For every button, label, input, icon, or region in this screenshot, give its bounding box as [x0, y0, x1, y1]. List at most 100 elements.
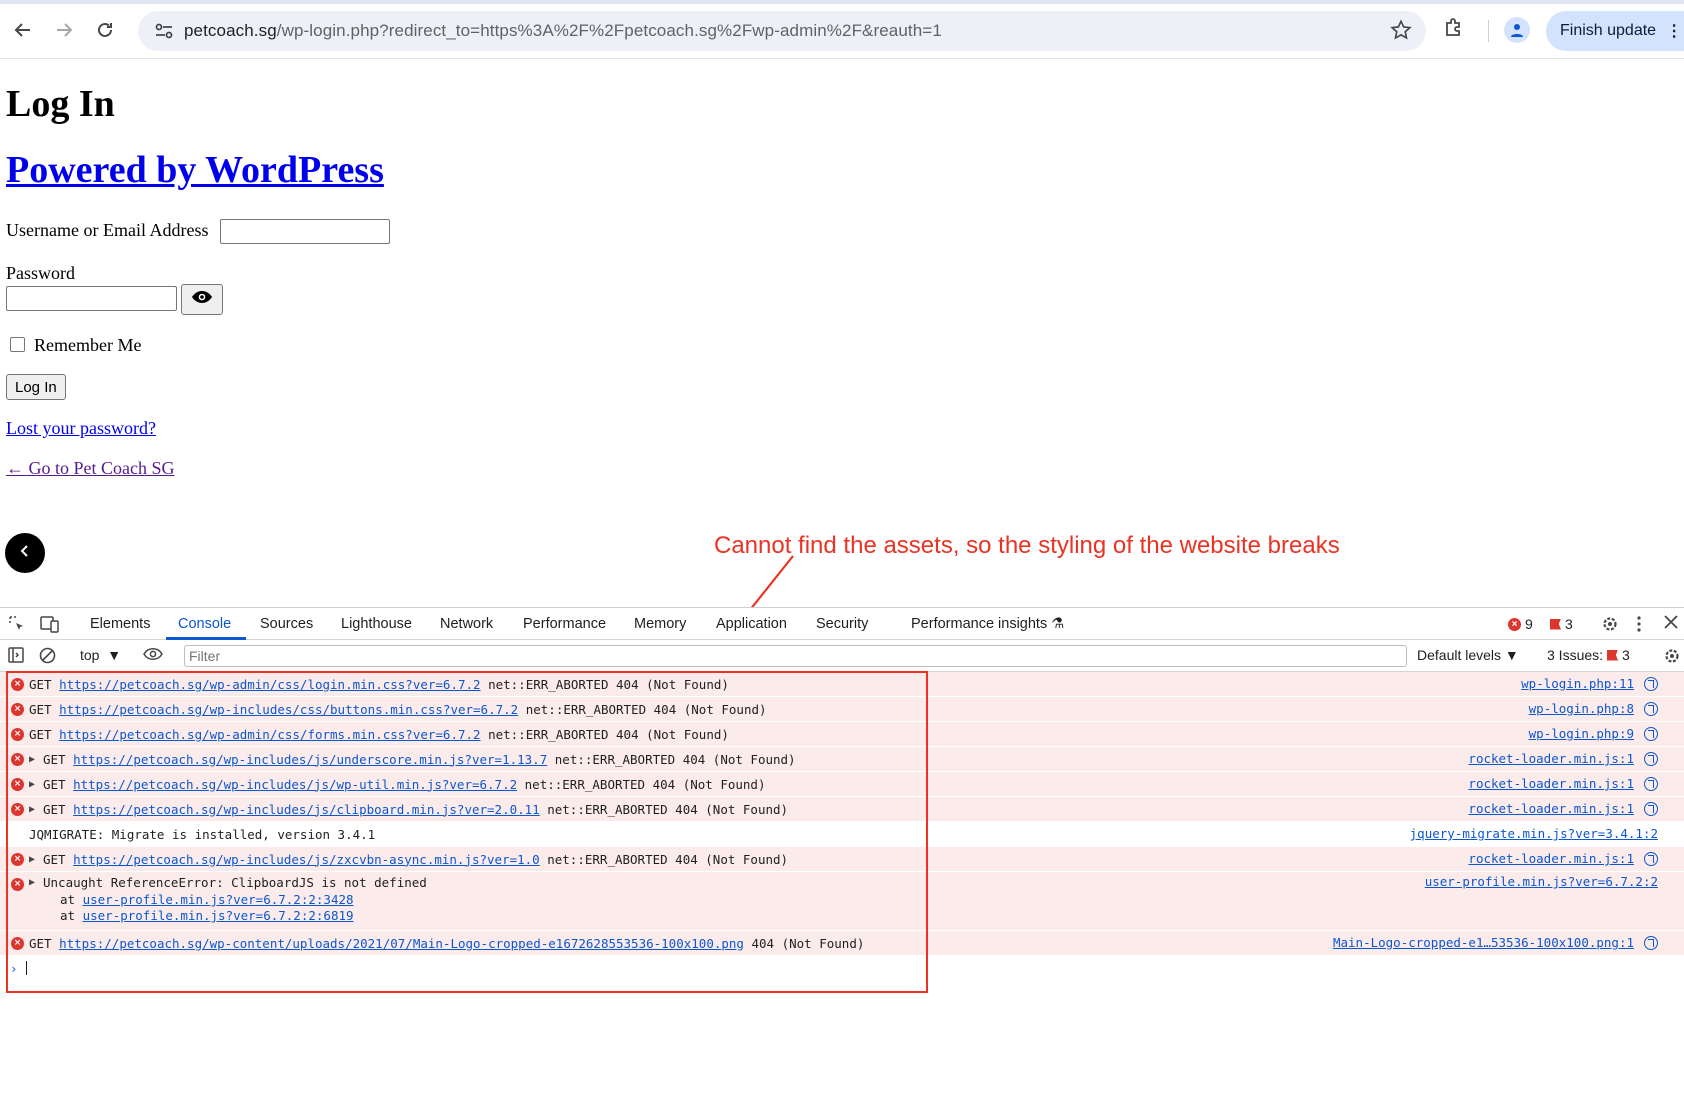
tab-console[interactable]: Console: [178, 616, 231, 632]
network-request-icon[interactable]: [1644, 801, 1658, 816]
kebab-menu-icon[interactable]: ⋮: [1666, 21, 1682, 41]
tab-performance-insights[interactable]: Performance insights ⚗: [911, 616, 1064, 632]
error-icon: ×: [11, 728, 24, 741]
console-exception-row: × ▶ Uncaught ReferenceError: ClipboardJS …: [0, 872, 1684, 931]
password-input[interactable]: [6, 286, 177, 311]
username-input[interactable]: [220, 219, 390, 244]
source-link[interactable]: rocket-loader.min.js:1: [1468, 851, 1634, 866]
lost-password-link[interactable]: Lost your password?: [6, 418, 156, 439]
browser-toolbar: petcoach.sg/wp-login.php?redirect_to=htt…: [0, 0, 1684, 59]
flask-icon: ⚗: [1051, 616, 1065, 632]
reload-icon[interactable]: [90, 15, 120, 45]
network-request-icon[interactable]: [1644, 701, 1658, 716]
source-link[interactable]: Main-Logo-cropped-e1…53536-100x100.png:1: [1333, 935, 1634, 950]
issue-counter[interactable]: 3: [1550, 616, 1573, 632]
source-link[interactable]: wp-login.php:11: [1521, 676, 1634, 691]
page-title: Log In: [6, 83, 115, 125]
tab-strip-edge: [0, 0, 1684, 4]
close-icon[interactable]: [1664, 615, 1678, 633]
kebab-menu-icon[interactable]: [1636, 615, 1642, 637]
console-filter-input[interactable]: Filter: [184, 645, 1407, 667]
extensions-icon[interactable]: [1442, 16, 1466, 44]
source-link[interactable]: user-profile.min.js?ver=6.7.2:2: [1425, 874, 1658, 889]
error-icon: ×: [11, 803, 24, 816]
request-url-link[interactable]: https://petcoach.sg/wp-content/uploads/2…: [59, 936, 744, 951]
remember-me-label: Remember Me: [34, 335, 142, 355]
network-request-icon[interactable]: [1644, 851, 1658, 866]
expand-triangle-icon[interactable]: ▶: [29, 779, 43, 790]
tab-elements[interactable]: Elements: [90, 616, 150, 632]
tab-performance[interactable]: Performance: [523, 616, 606, 632]
expand-triangle-icon[interactable]: ▶: [29, 854, 43, 865]
console-error-row: × GET https://petcoach.sg/wp-admin/css/l…: [0, 672, 1684, 697]
request-url-link[interactable]: https://petcoach.sg/wp-includes/js/zxcvb…: [73, 852, 540, 867]
stack-frame: at user-profile.min.js?ver=6.7.2:2:6819: [60, 908, 354, 923]
tab-memory[interactable]: Memory: [634, 616, 686, 632]
toolbar-separator: [1488, 20, 1489, 42]
network-request-icon[interactable]: [1644, 751, 1658, 766]
devtools-tab-bar: Elements Console Sources Lighthouse Netw…: [0, 608, 1684, 640]
network-request-icon[interactable]: [1644, 776, 1658, 791]
source-link[interactable]: wp-login.php:9: [1529, 726, 1634, 741]
request-url-link[interactable]: https://petcoach.sg/wp-includes/js/wp-ut…: [73, 777, 517, 792]
show-password-button[interactable]: [181, 284, 223, 315]
console-error-row: × GET https://petcoach.sg/wp-includes/cs…: [0, 697, 1684, 722]
site-settings-icon[interactable]: [144, 23, 184, 39]
request-url-link[interactable]: https://petcoach.sg/wp-includes/js/under…: [73, 752, 547, 767]
console-prompt-input[interactable]: ›: [0, 956, 1684, 980]
source-link[interactable]: rocket-loader.min.js:1: [1468, 801, 1634, 816]
finish-update-button[interactable]: Finish update ⋮: [1546, 11, 1684, 51]
inspect-element-icon[interactable]: [8, 615, 26, 637]
error-icon: ×: [11, 703, 24, 716]
console-error-row: × ▶ GET https://petcoach.sg/wp-includes/j…: [0, 847, 1684, 872]
device-toolbar-icon[interactable]: [40, 615, 60, 637]
gear-icon[interactable]: [1601, 615, 1619, 637]
source-link[interactable]: rocket-loader.min.js:1: [1468, 751, 1634, 766]
request-url-link[interactable]: https://petcoach.sg/wp-admin/css/login.m…: [59, 677, 480, 692]
sidebar-toggle-icon[interactable]: [8, 647, 24, 666]
network-request-icon[interactable]: [1644, 935, 1658, 950]
prompt-chevron-icon: ›: [10, 960, 18, 976]
tab-sources[interactable]: Sources: [260, 616, 313, 632]
forward-arrow-icon[interactable]: [49, 15, 79, 45]
source-link[interactable]: jquery-migrate.min.js?ver=3.4.1:2: [1410, 826, 1658, 841]
console-toolbar: top ▼ Filter Default levels ▼ 3 Issues: …: [0, 640, 1684, 672]
eye-icon[interactable]: [143, 647, 163, 664]
issues-link[interactable]: 3 Issues: 3: [1547, 647, 1630, 663]
tab-network[interactable]: Network: [440, 616, 493, 632]
request-url-link[interactable]: https://petcoach.sg/wp-includes/css/butt…: [59, 702, 518, 717]
network-request-icon[interactable]: [1644, 676, 1658, 691]
expand-triangle-icon[interactable]: ▶: [29, 877, 43, 888]
profile-icon[interactable]: [1504, 17, 1530, 43]
collapse-button[interactable]: [5, 533, 45, 573]
source-link[interactable]: wp-login.php:8: [1529, 701, 1634, 716]
network-request-icon[interactable]: [1644, 726, 1658, 741]
url-text: petcoach.sg/wp-login.php?redirect_to=htt…: [184, 21, 942, 40]
stack-frame-link[interactable]: user-profile.min.js?ver=6.7.2:2:3428: [83, 892, 354, 907]
clear-console-icon[interactable]: [39, 647, 56, 667]
context-selector[interactable]: top ▼: [80, 647, 121, 663]
console-settings-gear-icon[interactable]: [1663, 647, 1681, 668]
password-label: Password: [6, 263, 76, 283]
request-url-link[interactable]: https://petcoach.sg/wp-includes/js/clipb…: [73, 802, 540, 817]
stack-frame-link[interactable]: user-profile.min.js?ver=6.7.2:2:6819: [83, 908, 354, 923]
error-icon: ×: [11, 753, 24, 766]
tab-application[interactable]: Application: [716, 616, 787, 632]
expand-triangle-icon[interactable]: ▶: [29, 754, 43, 765]
powered-by-wordpress-link[interactable]: Powered by WordPress: [6, 148, 384, 192]
request-url-link[interactable]: https://petcoach.sg/wp-admin/css/forms.m…: [59, 727, 480, 742]
go-to-site-link[interactable]: ← Go to Pet Coach SG: [6, 458, 175, 479]
address-bar[interactable]: petcoach.sg/wp-login.php?redirect_to=htt…: [138, 11, 1426, 51]
log-in-button[interactable]: Log In: [6, 374, 66, 400]
text-cursor: [25, 961, 27, 975]
log-levels-dropdown[interactable]: Default levels ▼: [1417, 647, 1519, 663]
stack-frame: at user-profile.min.js?ver=6.7.2:2:3428: [60, 892, 354, 907]
source-link[interactable]: rocket-loader.min.js:1: [1468, 776, 1634, 791]
star-icon[interactable]: [1390, 19, 1412, 45]
error-counter[interactable]: × 9: [1508, 616, 1533, 632]
remember-me-checkbox[interactable]: [10, 337, 25, 352]
back-arrow-icon[interactable]: [8, 15, 38, 45]
tab-security[interactable]: Security: [816, 616, 868, 632]
expand-triangle-icon[interactable]: ▶: [29, 804, 43, 815]
tab-lighthouse[interactable]: Lighthouse: [341, 616, 412, 632]
